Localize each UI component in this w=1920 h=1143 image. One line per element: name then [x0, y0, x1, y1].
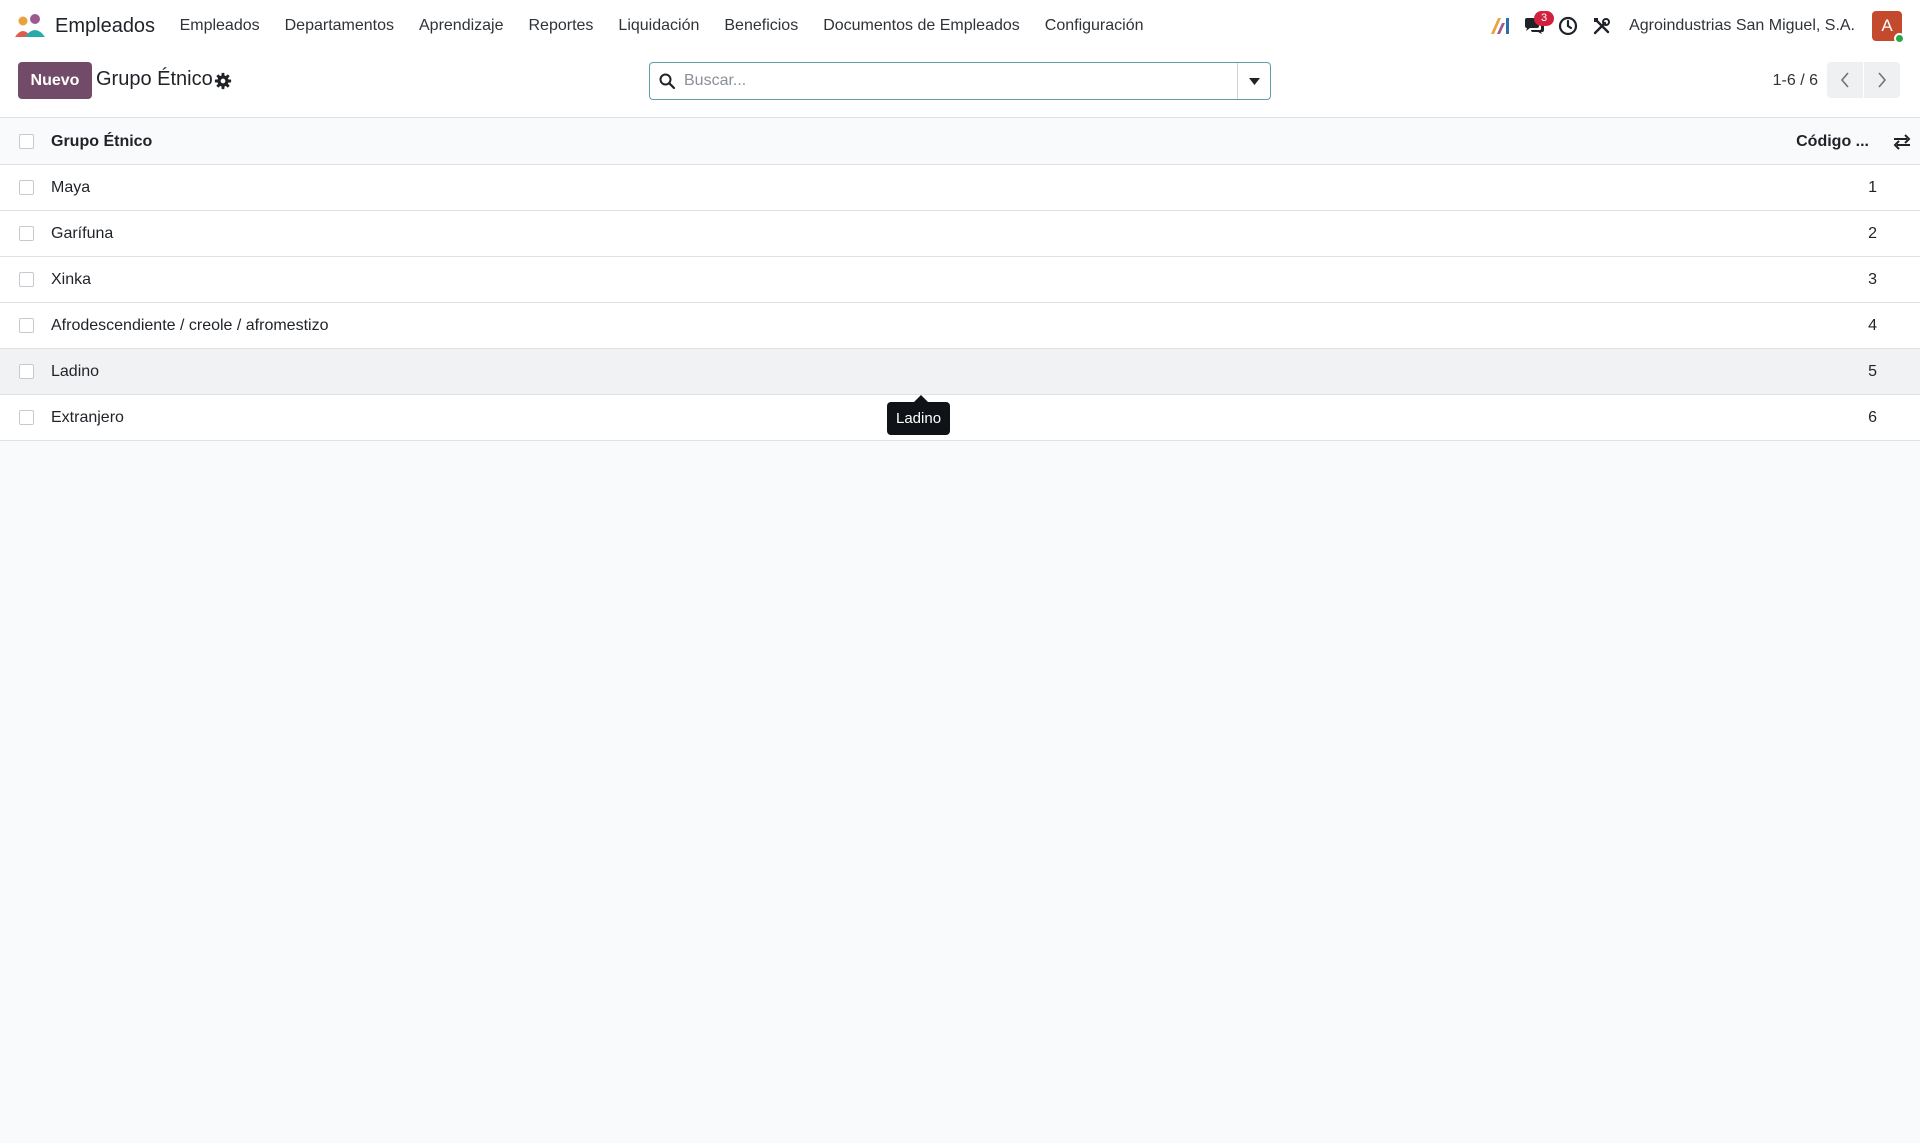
messages-button[interactable]: 3: [1517, 9, 1555, 43]
row-checkbox[interactable]: [19, 364, 34, 379]
column-header-codigo[interactable]: Código ...: [1796, 133, 1869, 151]
chevron-right-icon: [1878, 72, 1887, 88]
chevron-left-icon: [1840, 72, 1849, 88]
online-status-dot: [1894, 33, 1905, 44]
menu-item-documentos[interactable]: Documentos de Empleados: [811, 17, 1033, 35]
menu-item-empleados[interactable]: Empleados: [167, 17, 272, 35]
tools-icon: [1593, 18, 1611, 35]
search-icon: [659, 73, 675, 89]
main-menu: Empleados Departamentos Aprendizaje Repo…: [167, 17, 1156, 35]
menu-item-configuracion[interactable]: Configuración: [1032, 17, 1156, 35]
row-code: 5: [1868, 362, 1877, 380]
debug-tools-button[interactable]: [1585, 9, 1619, 43]
menu-item-liquidacion[interactable]: Liquidación: [606, 17, 712, 35]
table-row[interactable]: Xinka 3: [0, 257, 1920, 303]
search-options-toggle[interactable]: [1237, 63, 1270, 99]
pager-value[interactable]: 1-6 / 6: [1773, 72, 1818, 90]
caret-down-icon: [1248, 77, 1260, 85]
row-checkbox[interactable]: [19, 180, 34, 195]
user-avatar[interactable]: A: [1872, 11, 1905, 44]
menu-item-reportes[interactable]: Reportes: [516, 17, 606, 35]
row-code: 4: [1868, 316, 1877, 334]
table-row[interactable]: Maya 1: [0, 165, 1920, 211]
pager-previous-button[interactable]: [1827, 62, 1863, 98]
row-checkbox[interactable]: [19, 318, 34, 333]
row-name: Xinka: [51, 270, 92, 288]
menu-item-aprendizaje[interactable]: Aprendizaje: [407, 17, 517, 35]
table-row[interactable]: Ladino 5: [0, 349, 1920, 395]
company-switcher[interactable]: Agroindustrias San Miguel, S.A.: [1629, 17, 1855, 35]
app-name: Empleados: [55, 14, 156, 37]
row-code: 1: [1868, 178, 1877, 196]
table-row[interactable]: Afrodescendiente / creole / afromestizo …: [0, 303, 1920, 349]
app-brand[interactable]: Empleados: [14, 13, 155, 39]
row-checkbox[interactable]: [19, 410, 34, 425]
row-name: Maya: [51, 178, 91, 196]
row-tooltip: Ladino: [887, 395, 951, 435]
row-code: 6: [1868, 408, 1877, 426]
row-name: Ladino: [51, 362, 100, 380]
table-row[interactable]: Extranjero 6: [0, 395, 1920, 441]
avatar-letter: A: [1881, 16, 1893, 35]
row-name: Afrodescendiente / creole / afromestizo: [51, 316, 329, 334]
systray: 3 Agroindustrias San Miguel, S.A. A: [1483, 9, 1906, 44]
row-checkbox[interactable]: [19, 226, 34, 241]
employees-app-icon: [15, 14, 45, 37]
search-input[interactable]: [684, 63, 1237, 99]
control-panel: Nuevo Grupo Étnico 1-6 /: [0, 52, 1920, 118]
menu-item-departamentos[interactable]: Departamentos: [272, 17, 406, 35]
pager-next-button[interactable]: [1864, 62, 1900, 98]
search-bar: [649, 62, 1271, 100]
ai-icon: [1491, 18, 1510, 34]
row-code: 2: [1868, 224, 1877, 242]
activities-button[interactable]: [1551, 9, 1585, 43]
optional-columns-icon[interactable]: [1893, 133, 1911, 151]
menu-item-beneficios[interactable]: Beneficios: [712, 17, 811, 35]
row-name: Extranjero: [51, 408, 124, 426]
list-table: Grupo Étnico Código ... Maya 1 Garífuna …: [0, 119, 1920, 441]
top-navbar: Empleados Empleados Departamentos Aprend…: [0, 0, 1920, 52]
clock-icon: [1559, 16, 1578, 36]
gear-icon[interactable]: [214, 72, 232, 90]
row-name: Garífuna: [51, 224, 114, 242]
table-row[interactable]: Garífuna 2: [0, 211, 1920, 257]
column-header-grupo-etnico[interactable]: Grupo Étnico: [51, 133, 152, 151]
ai-button[interactable]: [1483, 9, 1517, 43]
new-button[interactable]: Nuevo: [18, 62, 92, 99]
select-all-checkbox[interactable]: [19, 134, 34, 149]
row-code: 3: [1868, 270, 1877, 288]
row-checkbox[interactable]: [19, 272, 34, 287]
page-title: Grupo Étnico: [96, 68, 213, 90]
table-header: Grupo Étnico Código ...: [0, 119, 1920, 165]
